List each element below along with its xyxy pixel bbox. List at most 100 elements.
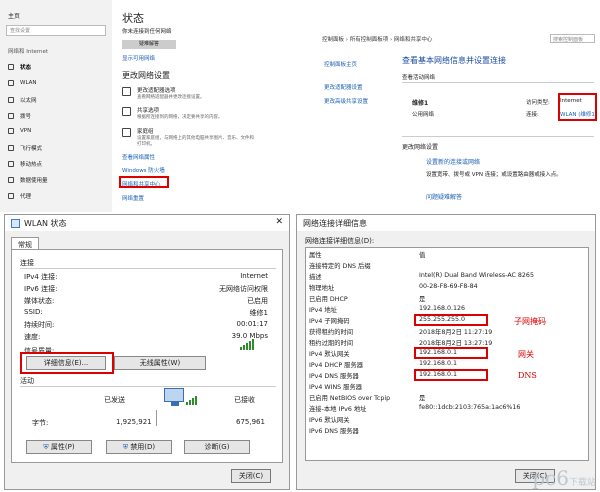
homegroup-icon (122, 128, 131, 137)
bytes-received-value: 675,961 (236, 418, 265, 426)
dialog-body: 连接 IPv4 连接: Internet IPv6 连接: 无网络访问权限 媒体… (11, 249, 283, 463)
activity-signal-icon (186, 396, 197, 405)
page-title: 查看基本网络信息并设置连接 (402, 56, 506, 65)
duration-label: 持续时间: (24, 321, 55, 329)
status-text: 你未连接到任何网络 (122, 29, 172, 35)
list-item: 已启用 DHCP 是 (309, 296, 426, 303)
sidebar-item-status[interactable]: 状态 (8, 63, 31, 71)
connection-group-title: 连接 (20, 259, 34, 267)
shield-icon: ⛨ (43, 443, 51, 451)
ssid-value: 维修1 (249, 309, 268, 317)
list-item: 描述 Intel(R) Dual Band Wireless-AC 8265 (309, 272, 534, 281)
homegroup-option[interactable]: 家庭组 设置家庭组，与网络上的其他电脑共享图片、音乐、文件和打印机。 (122, 127, 257, 147)
computer-icon (164, 388, 184, 406)
setup-connection-link[interactable]: 设置新的连接或网络 (426, 157, 480, 166)
wlan-status-dialog: WLAN 状态 ✕ 常规 连接 IPv4 连接: Internet IPv6 连… (4, 214, 290, 490)
ipv6-value: 无网络访问权限 (219, 285, 268, 293)
change-adapter-link[interactable]: 更改适配器设置 (324, 83, 363, 91)
divider (156, 410, 157, 426)
list-item: IPv4 WINS 服务器 (309, 384, 363, 391)
ssid-label: SSID: (24, 308, 43, 316)
duration-value: 00:01:17 (236, 320, 268, 328)
show-networks-link[interactable]: 显示可用网络 (122, 54, 155, 62)
list-header: 属性值 (309, 252, 426, 259)
sidebar-item-proxy[interactable]: 代理 (8, 192, 31, 200)
details-list-label: 网络连接详细信息(D): (305, 237, 375, 245)
signal-strength-icon (240, 338, 254, 350)
network-reset-link[interactable]: 网络重置 (122, 194, 144, 202)
network-sharing-center-window: 控制面板 › 所有控制面板项 › 网络和共享中心 搜索控制面板 控制面板主页 更… (300, 0, 600, 212)
received-label: 已接收 (234, 396, 255, 404)
gateway-annotation: 网关 (518, 350, 534, 359)
bytes-label: 字节: (32, 419, 49, 427)
divider (402, 136, 594, 137)
dialup-icon (8, 113, 14, 119)
list-item: IPv6 默认网关 (309, 417, 350, 424)
media-value: 已启用 (247, 297, 268, 305)
disable-button[interactable]: ⛨ 禁用(D) (106, 440, 172, 454)
highlight-connection (558, 93, 597, 121)
wifi-icon (8, 80, 14, 86)
dialog-titlebar: 网络连接详细信息 (297, 215, 595, 231)
list-item: 获得租约的时间 2018年8月2日 11:27:19 (309, 329, 493, 336)
firewall-link[interactable]: Windows 防火墙 (122, 166, 165, 174)
ipv4-label: IPv4 连接: (24, 273, 58, 281)
home-link[interactable]: 主页 (8, 11, 20, 20)
activity-group-title: 活动 (20, 377, 34, 385)
setup-connection-desc: 设置宽带、拨号或 VPN 连接；或设置路由器或接入点。 (426, 172, 562, 178)
media-label: 媒体状态: (24, 297, 55, 305)
ethernet-icon (8, 97, 14, 103)
network-details-dialog: 网络连接详细信息 网络连接详细信息(D): 属性值 连接特定的 DNS 后缀 描… (296, 214, 596, 490)
change-settings-heading: 更改网络设置 (402, 144, 439, 151)
highlight-gateway (414, 347, 488, 359)
sharing-options[interactable]: 共享选项 根据所连接到的网络，决定要共享的内容。 (122, 106, 257, 120)
adapter-options[interactable]: 更改适配器选项 查看网络适配器并更改连接设置。 (122, 86, 257, 100)
divider (20, 268, 276, 269)
sharing-icon (122, 107, 131, 116)
list-item: 已启用 NetBIOS over Tcpip 是 (309, 395, 426, 402)
breadcrumb[interactable]: 控制面板 › 所有控制面板项 › 网络和共享中心 (322, 35, 432, 43)
sidebar-item-vpn[interactable]: VPN (8, 128, 31, 134)
list-item: IPv6 DNS 服务器 (309, 428, 359, 435)
sidebar-item-wlan[interactable]: WLAN (8, 80, 37, 86)
airplane-icon (8, 145, 14, 151)
diagnose-button[interactable]: 诊断(G) (184, 440, 250, 454)
subnet-annotation: 子网掩码 (514, 317, 546, 326)
sidebar-item-airplane[interactable]: 飞行模式 (8, 144, 42, 152)
sidebar-item-data-usage[interactable]: 数据使用量 (8, 176, 48, 184)
ipv6-label: IPv6 连接: (24, 285, 58, 293)
sidebar-item-dialup[interactable]: 拨号 (8, 112, 31, 120)
active-networks-label: 查看活动网络 (402, 75, 436, 81)
close-icon[interactable]: ✕ (275, 217, 283, 227)
troubleshoot-button[interactable]: 疑难解答 (122, 40, 176, 49)
network-properties-link[interactable]: 查看网络属性 (122, 153, 155, 161)
adapter-icon (122, 87, 131, 96)
details-list[interactable]: 属性值 连接特定的 DNS 后缀 描述 Intel(R) Dual Band Wi… (305, 247, 589, 461)
dns-annotation: DNS (518, 371, 537, 380)
divider (20, 386, 276, 387)
data-usage-icon (8, 177, 14, 183)
advanced-sharing-link[interactable]: 更改高级共享设置 (324, 97, 368, 105)
control-panel-home-link[interactable]: 控制面板主页 (324, 60, 357, 68)
home-icon (8, 64, 14, 70)
settings-sidebar: 主页 查找设置 网络和 Internet 状态 WLAN 以太网 拨号 VPN … (0, 0, 112, 212)
access-type-label: 访问类型: (526, 100, 550, 106)
change-settings-heading: 更改网络设置 (122, 71, 170, 80)
find-setting-input[interactable]: 查找设置 (6, 25, 106, 36)
sidebar-item-hotspot[interactable]: 移动热点 (8, 160, 42, 168)
search-input[interactable]: 搜索控制面板 (550, 34, 595, 43)
bytes-sent-value: 1,925,921 (116, 418, 152, 426)
proxy-icon (8, 193, 14, 199)
list-item: 物理地址 00-28-F8-69-F8-84 (309, 283, 478, 292)
properties-button[interactable]: ⛨ 属性(P) (26, 440, 92, 454)
list-item: 连接-本地 IPv6 地址 fe80::1dcb:2103:765a:1ac6%1… (309, 404, 521, 413)
sidebar-item-ethernet[interactable]: 以太网 (8, 96, 37, 104)
settings-window: 主页 查找设置 网络和 Internet 状态 WLAN 以太网 拨号 VPN … (0, 0, 300, 212)
wlan-icon (11, 218, 20, 228)
close-button[interactable]: 关闭(C) (231, 469, 271, 483)
troubleshoot-link[interactable]: 问题疑难解答 (426, 192, 462, 201)
list-item: 连接特定的 DNS 后缀 (309, 263, 371, 270)
wireless-properties-button[interactable]: 无线属性(W) (114, 356, 206, 370)
divider (402, 82, 594, 83)
vpn-icon (8, 128, 14, 134)
